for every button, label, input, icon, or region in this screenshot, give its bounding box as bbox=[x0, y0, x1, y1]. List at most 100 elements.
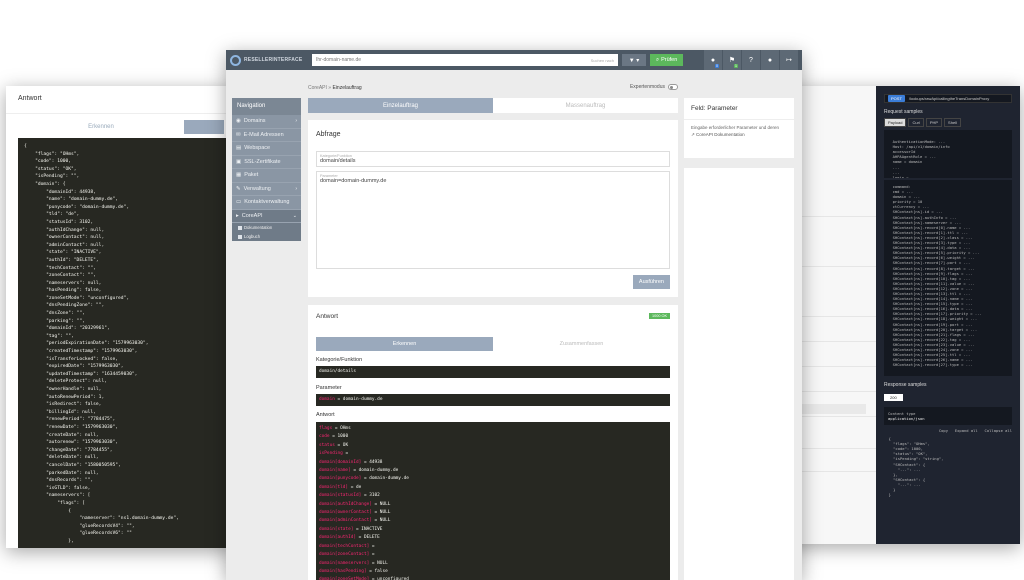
request-samples-label: Request samples bbox=[884, 109, 923, 115]
content-type-value: application/json bbox=[888, 416, 925, 422]
tab-zusammenfassen[interactable]: Zusammenfassen bbox=[493, 337, 670, 351]
sidebar-subitem[interactable]: Dokumentation bbox=[232, 223, 301, 232]
top-icon-button[interactable]: ● 0 bbox=[704, 50, 722, 70]
query-title: Abfrage bbox=[316, 131, 341, 138]
request-code-params: command: cmd = ... domain = ... priority… bbox=[888, 184, 1008, 367]
request-code-box: Copy AuthenticationMode: ... Host: /api/… bbox=[884, 130, 1012, 178]
top-icon-button[interactable]: ? bbox=[742, 50, 760, 70]
endpoint-url-bar[interactable]: POST /lookups/rawApi/callingtheTransDoma… bbox=[884, 94, 1012, 103]
logo[interactable]: RESELLERINTERFACE bbox=[230, 54, 308, 66]
endpoint-path: /lookups/rawApi/callingtheTransDomainPro… bbox=[908, 96, 990, 101]
code-line: "tld": "de", bbox=[24, 212, 80, 218]
json-code-block: { "flags": "OHms", "code": 1000, "status… bbox=[18, 138, 236, 548]
sidebar-item-webspace[interactable]: ▤ Webspace bbox=[232, 142, 301, 156]
sidebar-item-verwaltung[interactable]: ✎ Verwaltung › bbox=[232, 183, 301, 196]
response-status-button[interactable]: 200 bbox=[884, 394, 903, 401]
sidebar-item-coreapi[interactable]: ▸ CoreAPI ⌄ bbox=[232, 209, 301, 223]
response-line: domain[state] = INACTIVE bbox=[319, 526, 667, 534]
request-tab[interactable]: Payload bbox=[884, 118, 907, 127]
globe-icon: ◉ bbox=[236, 118, 241, 125]
code-line: "adminContact": null, bbox=[24, 242, 105, 248]
screenshot-composite: Antwort Erkennen { "flags": "OHms", "cod… bbox=[0, 0, 1024, 580]
request-sample-tabs: Payload Curl PHP Shell bbox=[884, 118, 1012, 127]
function-field-value: domain/details bbox=[320, 158, 356, 164]
domain-search-bar: Suchen nach bbox=[312, 54, 618, 66]
notification-badge: 0 bbox=[715, 64, 719, 68]
sidebar-item-label: Webspace bbox=[244, 145, 271, 152]
top-icon-button[interactable]: ⚑ 1 bbox=[723, 50, 741, 70]
parameter-label: Parameter bbox=[316, 385, 342, 391]
response-key: isPending bbox=[319, 451, 343, 457]
status-badge: 1000 OK bbox=[649, 313, 670, 319]
flag-icon: ⚑ bbox=[728, 57, 736, 64]
top-icon-button[interactable]: ↦ bbox=[780, 50, 798, 70]
help-card-empty bbox=[684, 168, 794, 580]
sidebar-item-paket[interactable]: ▦ Paket bbox=[232, 169, 301, 183]
expert-mode-toggle[interactable] bbox=[668, 84, 678, 90]
sidebar-item-kontaktverwaltung[interactable]: ▭ Kontaktverwaltung bbox=[232, 196, 301, 210]
response-key: flags bbox=[319, 426, 333, 431]
request-tab[interactable]: Shell bbox=[944, 118, 961, 127]
response-value: = NULL bbox=[371, 510, 391, 516]
response-line: flags = OHms bbox=[319, 425, 667, 433]
response-line: code = 1000 bbox=[319, 433, 667, 441]
request-tab[interactable]: PHP bbox=[925, 118, 943, 127]
tab-massenauftrag[interactable]: Massenauftrag bbox=[493, 98, 678, 113]
response-line: domain[zoneSetMode] = unconfigured bbox=[319, 576, 667, 580]
check-button[interactable]: ⌕ Prüfen bbox=[650, 54, 684, 66]
response-line: status = OK bbox=[319, 442, 667, 450]
response-line: domain[authIdChange] = NULL bbox=[319, 501, 667, 509]
response-value: = NULL bbox=[371, 501, 391, 507]
response-key: domain[nameservers] bbox=[319, 560, 370, 566]
code-line: "glueRecordsV6": "" bbox=[24, 531, 132, 537]
code-line: "code": 1000, bbox=[24, 159, 72, 165]
code-line: "flags": [ bbox=[24, 500, 85, 506]
response-key: domain[punycode] bbox=[319, 476, 362, 482]
code-line: "isTransferLocked": false, bbox=[24, 356, 119, 362]
sidebar-item-label: SSL-Zertifikate bbox=[244, 158, 281, 165]
query-card: Abfrage Kategorie/Funktion domain/detail… bbox=[308, 120, 678, 297]
response-actions[interactable]: Copy Expand all Collapse all bbox=[884, 428, 1012, 433]
bullet-icon bbox=[238, 225, 242, 230]
top-icon-button[interactable]: ● bbox=[761, 50, 779, 70]
tab-active[interactable] bbox=[184, 120, 224, 134]
sidebar-item-label: Domains bbox=[243, 118, 266, 125]
response-value: = de bbox=[348, 484, 362, 490]
function-field[interactable]: Kategorie/Funktion domain/details bbox=[316, 151, 670, 167]
expert-mode: Expertenmodus bbox=[630, 84, 678, 90]
code-line: "updatedTimestamp": "1634459030", bbox=[24, 371, 138, 377]
sidebar-item-e-mail-adressen[interactable]: ✉ E-Mail Adressen bbox=[232, 129, 301, 142]
sidebar-item-ssl-zertifikate[interactable]: ▣ SSL-Zertifikate bbox=[232, 156, 301, 169]
code-line: "domainId": 44938, bbox=[24, 189, 96, 195]
sidebar-subitem[interactable]: Logbuch bbox=[232, 232, 301, 241]
tab-erkennen[interactable]: Erkennen bbox=[18, 120, 184, 134]
code-line: "billingId": null, bbox=[24, 409, 96, 415]
code-line: "renewPeriod": "7784475", bbox=[24, 417, 116, 423]
response-output: flags = OHms code = 1000 status = OK isPend… bbox=[316, 422, 670, 580]
tab-einzelauftrag[interactable]: Einzelauftrag bbox=[308, 98, 493, 113]
response-samples-label: Response samples bbox=[884, 382, 927, 388]
code-line: SHContact[ns].record[27].type = ... bbox=[888, 362, 973, 368]
code-line: }, bbox=[24, 538, 74, 544]
code-line: "glueRecordsV4": "", bbox=[24, 523, 135, 529]
help-title: Feld: Parameter bbox=[684, 98, 794, 120]
sidebar-item-domains[interactable]: ◉ Domains › bbox=[232, 115, 301, 129]
code-line: "createDate": null, bbox=[24, 432, 99, 438]
parameter-field[interactable]: Parameter domain=domain-dummy.de bbox=[316, 171, 670, 269]
code-line: "createdTimestamp": "1579963030", bbox=[24, 349, 138, 355]
tab-erkennen[interactable]: Erkennen bbox=[316, 337, 493, 351]
domain-search-input[interactable] bbox=[316, 57, 546, 63]
help-link[interactable]: ↗ CoreAPI Dokumentation bbox=[684, 132, 794, 138]
bullet-icon bbox=[238, 234, 242, 239]
response-line: domain[name] = domain-dummy.de bbox=[319, 467, 667, 475]
response-line: domain[hasPending] = false bbox=[319, 568, 667, 576]
code-line: "tag": "", bbox=[24, 333, 74, 339]
breadcrumb-root[interactable]: CoreAPI bbox=[308, 85, 327, 91]
filter-button[interactable]: ▼ ▾ bbox=[622, 54, 646, 66]
run-button[interactable]: Ausführen bbox=[632, 275, 670, 289]
code-line: "dnsPendingZone": "", bbox=[24, 303, 105, 309]
category-value: domain/details bbox=[316, 366, 670, 378]
check-button-label: Prüfen bbox=[661, 57, 678, 63]
request-tab[interactable]: Curl bbox=[908, 118, 924, 127]
response-value: = OK bbox=[334, 442, 349, 448]
